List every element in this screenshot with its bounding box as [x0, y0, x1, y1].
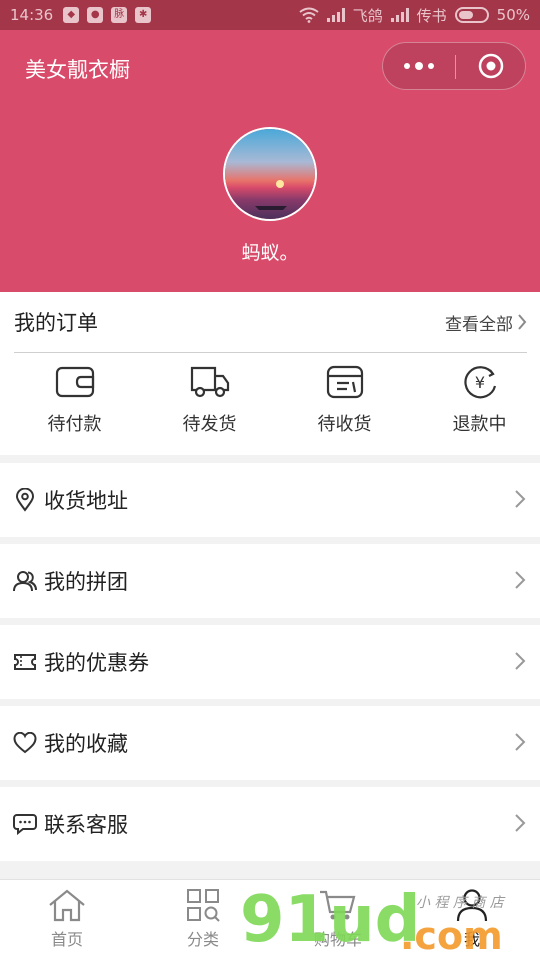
my-orders-card: 我的订单 查看全部 待付款 待发货 待收货 ¥ 退款中: [0, 292, 540, 455]
chevron-right-icon: [515, 814, 526, 832]
bottom-tab-bar: 首页 分类 购物车 我: [0, 879, 540, 960]
order-label: 待收货: [317, 414, 372, 435]
group-users-icon: [13, 569, 37, 593]
status-time: 14:36: [10, 6, 54, 24]
chevron-right-icon: [515, 571, 526, 589]
orders-title: 我的订单: [14, 311, 98, 335]
view-all-orders-link[interactable]: 查看全部: [445, 310, 527, 335]
qq-app-icon: ●: [87, 7, 104, 23]
close-mini-program-button[interactable]: [455, 43, 527, 89]
menu-label: 我的拼团: [44, 570, 128, 594]
sunset-avatar-image: [225, 129, 315, 219]
tab-label: 分类: [186, 930, 219, 949]
target-close-icon: [478, 53, 504, 79]
menu-item-group-buy[interactable]: 我的拼团: [0, 544, 540, 618]
order-status-pending-shipment[interactable]: 待发货: [149, 364, 270, 436]
order-status-pending-receipt[interactable]: 待收货: [284, 364, 405, 436]
signal-icon-2: [390, 8, 409, 22]
pulse-app-icon: 脉: [111, 7, 128, 23]
order-status-pending-payment[interactable]: 待付款: [14, 364, 135, 436]
more-button[interactable]: [383, 43, 455, 89]
coupon-icon: [13, 650, 37, 674]
username: 蚂蚁。: [241, 242, 299, 264]
chevron-right-icon: [515, 652, 526, 670]
heart-icon: [13, 731, 37, 755]
view-all-label: 查看全部: [445, 314, 513, 335]
battery-icon: [454, 7, 489, 23]
tab-home[interactable]: 首页: [17, 888, 117, 950]
tab-cart[interactable]: 购物车: [288, 888, 388, 950]
tab-label: 首页: [50, 930, 83, 949]
menu-label: 我的收藏: [44, 732, 128, 756]
profile-header: 美女靓衣橱 蚂蚁。: [0, 30, 540, 292]
mini-program-capsule: [382, 42, 526, 90]
flower-app-icon: ✱: [135, 7, 152, 23]
chat-bubble-icon: [13, 812, 37, 836]
user-icon: [456, 889, 488, 922]
cart-icon: [320, 890, 356, 920]
signal-icon: [326, 8, 345, 22]
category-grid-icon: [187, 889, 220, 922]
chevron-right-icon: [515, 490, 526, 508]
avatar[interactable]: [223, 127, 317, 221]
home-icon: [49, 889, 85, 922]
chevron-right-icon: [518, 314, 527, 330]
menu-label: 收货地址: [44, 489, 128, 513]
parcel-icon: [326, 365, 363, 399]
status-bar: 14:36 ◆ ● 脉 ✱ 飞鸽 传书 50%: [0, 0, 540, 30]
yuan-refund-icon: ¥: [463, 366, 496, 399]
tab-category[interactable]: 分类: [153, 888, 253, 950]
order-label: 退款中: [452, 414, 507, 435]
app-title: 美女靓衣橱: [25, 58, 130, 82]
svg-text:¥: ¥: [474, 373, 484, 392]
carrier-2: 传书: [416, 6, 447, 25]
order-label: 待付款: [47, 414, 102, 435]
wallet-icon: [55, 366, 94, 398]
order-status-refunding[interactable]: ¥ 退款中: [419, 364, 540, 436]
tab-me[interactable]: 我: [422, 888, 522, 950]
truck-icon: [190, 366, 229, 398]
tab-label: 购物车: [313, 930, 362, 949]
tab-label: 我: [463, 930, 480, 949]
menu-item-favorites[interactable]: 我的收藏: [0, 706, 540, 780]
menu-item-shipping-address[interactable]: 收货地址: [0, 463, 540, 537]
menu-label: 联系客服: [44, 813, 128, 837]
shield-app-icon: ◆: [63, 7, 80, 23]
chevron-right-icon: [515, 733, 526, 751]
more-dots-icon: [404, 63, 410, 69]
orders-header: 我的订单 查看全部: [14, 292, 527, 353]
menu-item-coupons[interactable]: 我的优惠券: [0, 625, 540, 699]
carrier-1: 飞鸽: [352, 6, 383, 25]
order-label: 待发货: [182, 414, 237, 435]
wifi-icon: [299, 7, 319, 23]
menu-item-customer-service[interactable]: 联系客服: [0, 787, 540, 861]
location-pin-icon: [13, 488, 37, 512]
battery-percent: 50%: [496, 6, 530, 24]
menu-label: 我的优惠券: [44, 651, 149, 675]
